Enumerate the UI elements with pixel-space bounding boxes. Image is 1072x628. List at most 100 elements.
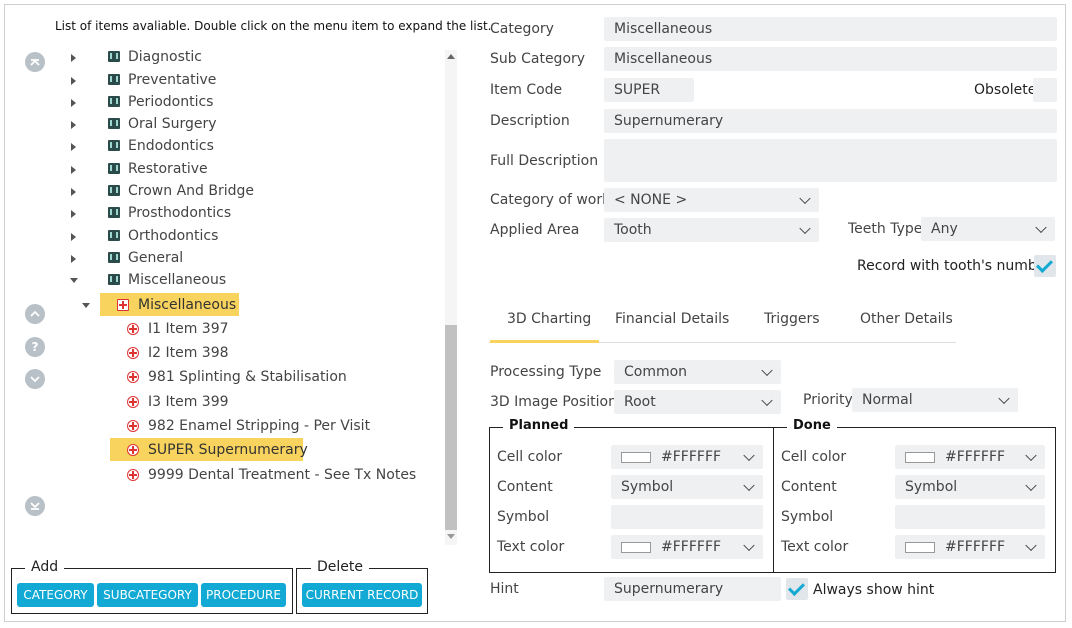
item-code-field[interactable]: SUPER <box>604 78 694 102</box>
tree-item[interactable]: 981 Splinting & Stabilisation <box>127 366 427 388</box>
delete-group-label: Delete <box>311 559 369 575</box>
full-description-field[interactable] <box>604 139 1057 182</box>
priority-value: Normal <box>862 392 913 408</box>
tree-category-prosthodontics[interactable]: Prosthodontics <box>68 202 428 224</box>
always-show-hint-checkbox[interactable] <box>786 578 808 600</box>
tree-category-label: General <box>128 250 184 266</box>
book-icon <box>108 51 120 62</box>
scroll-up-icon[interactable] <box>25 304 45 324</box>
procedure-icon <box>127 396 139 408</box>
planned-content-select[interactable]: Symbol <box>611 475 763 499</box>
tree-category-diagnostic[interactable]: Diagnostic <box>68 46 428 68</box>
hint-field[interactable]: Supernumerary <box>604 577 781 601</box>
scroll-bottom-icon[interactable] <box>25 496 45 516</box>
tree-category-crown-and-bridge[interactable]: Crown And Bridge <box>68 180 428 202</box>
category-label: Category <box>490 21 554 37</box>
chevron-down-icon <box>761 394 773 407</box>
tree-category-label: Endodontics <box>128 138 214 154</box>
done-content-select[interactable]: Symbol <box>895 475 1045 499</box>
tab-3d-charting[interactable]: 3D Charting <box>507 311 591 327</box>
tab-other-details[interactable]: Other Details <box>860 311 953 327</box>
done-symbol-field[interactable] <box>895 505 1045 529</box>
done-cell-color-picker[interactable]: #FFFFFF <box>895 445 1045 469</box>
tree-item-label: SUPER Supernumerary <box>148 442 308 458</box>
category-of-work-select[interactable]: < NONE > <box>604 188 819 212</box>
subcategory-field[interactable]: Miscellaneous <box>604 47 1057 71</box>
tree-item[interactable]: I1 Item 397 <box>127 318 427 340</box>
done-cell-color-label: Cell color <box>781 449 847 465</box>
book-icon <box>108 74 120 85</box>
collapse-arrow-icon[interactable] <box>82 303 90 308</box>
expand-arrow-icon[interactable] <box>71 121 76 129</box>
tree-item[interactable]: I2 Item 398 <box>127 342 427 364</box>
tree-category-periodontics[interactable]: Periodontics <box>68 91 428 113</box>
tab-financial-details[interactable]: Financial Details <box>615 311 729 327</box>
add-procedure-button[interactable]: PROCEDURE <box>201 583 286 607</box>
done-text-color-picker[interactable]: #FFFFFF <box>895 535 1045 559</box>
scroll-down-arrow-icon[interactable] <box>447 534 455 539</box>
done-text-color-value: #FFFFFF <box>945 539 1006 555</box>
full-description-label: Full Description <box>490 153 599 169</box>
tree-category-orthodontics[interactable]: Orthodontics <box>68 225 428 247</box>
priority-select[interactable]: Normal <box>852 388 1018 412</box>
tree-category-restorative[interactable]: Restorative <box>68 158 428 180</box>
tree-item-label: I2 Item 398 <box>148 345 229 361</box>
expand-arrow-icon[interactable] <box>71 99 76 107</box>
obsolete-checkbox[interactable] <box>1033 78 1057 102</box>
tree-category-oral-surgery[interactable]: Oral Surgery <box>68 113 428 135</box>
chevron-down-icon <box>1025 449 1037 462</box>
expand-arrow-icon[interactable] <box>71 188 76 196</box>
tree-item[interactable]: 982 Enamel Stripping - Per Visit <box>127 415 427 437</box>
category-field[interactable]: Miscellaneous <box>604 17 1057 41</box>
collapse-arrow-icon[interactable] <box>70 278 78 283</box>
description-label: Description <box>490 113 570 129</box>
teeth-type-select[interactable]: Any <box>921 217 1055 241</box>
planned-cell-color-picker[interactable]: #FFFFFF <box>611 445 763 469</box>
expand-arrow-icon[interactable] <box>71 210 76 218</box>
tree-category-endodontics[interactable]: Endodontics <box>68 135 428 157</box>
chevron-down-icon <box>1025 539 1037 552</box>
applied-area-select[interactable]: Tooth <box>604 218 819 242</box>
tree-item[interactable]: I3 Item 399 <box>127 391 427 413</box>
add-category-button[interactable]: CATEGORY <box>17 583 94 607</box>
tree-category-label: Oral Surgery <box>128 116 217 132</box>
tree-category-miscellaneous[interactable]: Miscellaneous <box>68 269 428 291</box>
scroll-down-icon[interactable] <box>25 369 45 389</box>
add-group-label: Add <box>25 559 65 575</box>
expand-arrow-icon[interactable] <box>71 77 76 85</box>
book-icon <box>108 118 120 129</box>
image-position-select[interactable]: Root <box>614 390 781 414</box>
help-icon[interactable]: ? <box>25 337 45 357</box>
add-subcategory-button[interactable]: SUBCATEGORY <box>97 583 198 607</box>
expand-arrow-icon[interactable] <box>71 166 76 174</box>
tree-category-preventative[interactable]: Preventative <box>68 69 428 91</box>
tree-category-general[interactable]: General <box>68 247 428 269</box>
record-tooth-checkbox[interactable] <box>1034 255 1056 277</box>
scrollbar-thumb[interactable] <box>445 325 457 530</box>
planned-text-color-picker[interactable]: #FFFFFF <box>611 535 763 559</box>
expand-arrow-icon[interactable] <box>71 255 76 263</box>
expand-arrow-icon[interactable] <box>71 233 76 241</box>
expand-arrow-icon[interactable] <box>71 143 76 151</box>
tree-item-selected[interactable]: SUPER Supernumerary <box>127 439 427 461</box>
description-field[interactable]: Supernumerary <box>604 109 1057 133</box>
done-symbol-label: Symbol <box>781 509 834 525</box>
tree-item-label: I3 Item 399 <box>148 394 229 410</box>
delete-current-record-button[interactable]: CURRENT RECORD <box>302 583 422 607</box>
planned-symbol-field[interactable] <box>611 505 763 529</box>
tree-scrollbar[interactable] <box>442 50 459 545</box>
scroll-up-arrow-icon[interactable] <box>447 54 455 59</box>
scroll-top-icon[interactable] <box>25 52 45 72</box>
tree-item[interactable]: 9999 Dental Treatment - See Tx Notes <box>127 464 427 486</box>
item-code-label: Item Code <box>490 82 563 98</box>
tree-subcategory-miscellaneous[interactable]: Miscellaneous <box>78 294 438 316</box>
tab-triggers[interactable]: Triggers <box>764 311 820 327</box>
procedure-icon <box>127 420 139 432</box>
color-swatch <box>905 541 935 553</box>
processing-type-select[interactable]: Common <box>614 360 781 384</box>
color-swatch <box>905 451 935 463</box>
planned-group-title: Planned <box>503 418 575 433</box>
expand-arrow-icon[interactable] <box>71 54 76 62</box>
chevron-down-icon <box>1025 479 1037 492</box>
tree-item-label: 9999 Dental Treatment - See Tx Notes <box>148 467 417 483</box>
